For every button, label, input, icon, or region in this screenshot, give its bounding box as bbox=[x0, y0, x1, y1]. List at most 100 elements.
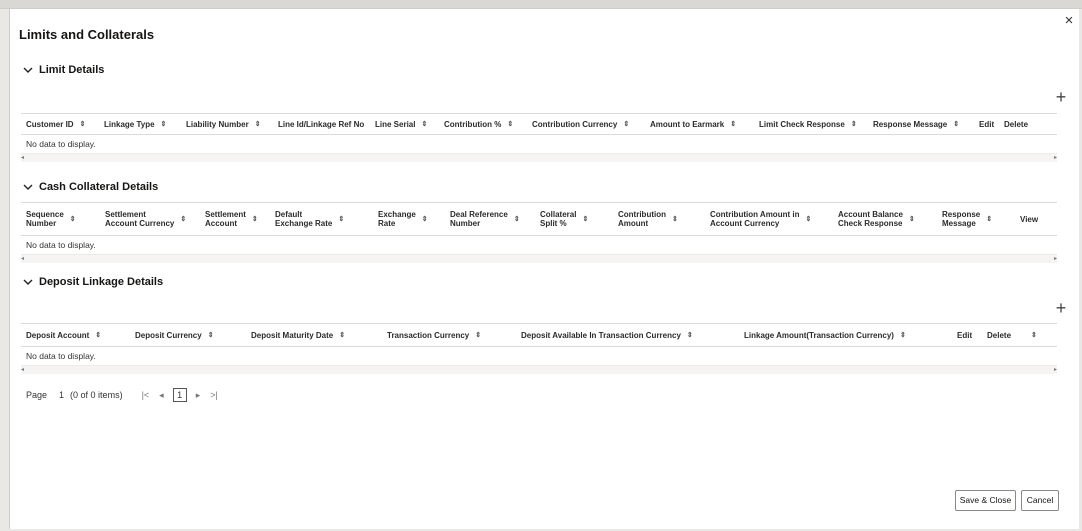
add-deposit-button[interactable]: + bbox=[1051, 299, 1071, 319]
sort-icon[interactable]: ⇕ bbox=[507, 120, 513, 129]
column-header[interactable]: Deal Reference Number ⇕ bbox=[445, 210, 535, 228]
column-header[interactable]: Edit bbox=[952, 331, 982, 340]
column-header-label: Line Serial bbox=[375, 119, 416, 129]
column-header-label: Line Id/Linkage Ref No bbox=[278, 119, 365, 129]
column-header[interactable]: Line Serial ⇕ bbox=[370, 120, 439, 129]
horizontal-scrollbar[interactable]: ◂ ▸ bbox=[21, 154, 1057, 162]
sort-icon[interactable]: ⇕ bbox=[180, 215, 186, 224]
column-header[interactable]: Transaction Currency ⇕ bbox=[382, 331, 516, 340]
column-header[interactable]: Contribution % ⇕ bbox=[439, 120, 527, 129]
column-header[interactable]: Linkage Amount(Transaction Currency) ⇕ bbox=[739, 331, 952, 340]
column-header[interactable]: Delete bbox=[982, 331, 1020, 340]
horizontal-scrollbar[interactable]: ◂ ▸ bbox=[21, 255, 1057, 263]
scroll-left-icon[interactable]: ◂ bbox=[21, 154, 24, 162]
sort-icon[interactable]: ⇕ bbox=[208, 331, 214, 340]
sort-icon[interactable]: ⇕ bbox=[475, 331, 481, 340]
column-header[interactable]: Deposit Available In Transaction Currenc… bbox=[516, 331, 739, 340]
sort-icon[interactable]: ⇕ bbox=[909, 215, 915, 224]
column-header-label: Sequence Number bbox=[26, 210, 64, 228]
sort-icon[interactable]: ⇕ bbox=[851, 120, 857, 129]
section-toggle-limit-details[interactable]: Limit Details bbox=[22, 64, 104, 76]
column-header-label: Response Message bbox=[873, 119, 948, 129]
sort-icon[interactable]: ⇕ bbox=[805, 215, 811, 224]
column-header[interactable]: Settlement Account ⇕ bbox=[200, 210, 270, 228]
section-toggle-cash-collateral[interactable]: Cash Collateral Details bbox=[22, 181, 158, 193]
column-header[interactable]: View bbox=[1015, 215, 1057, 224]
column-header-label: Deal Reference Number bbox=[450, 210, 508, 228]
sort-icon[interactable]: ⇕ bbox=[252, 215, 258, 224]
next-page-icon[interactable]: ▸ bbox=[196, 390, 201, 401]
column-header[interactable]: Contribution Amount ⇕ bbox=[613, 210, 705, 228]
section-title-cash-collateral: Cash Collateral Details bbox=[39, 181, 159, 193]
scroll-left-icon[interactable]: ◂ bbox=[21, 366, 24, 374]
sort-icon[interactable]: ⇕ bbox=[687, 331, 693, 340]
column-header[interactable]: Customer ID ⇕ bbox=[21, 120, 99, 129]
cash-collateral-table: Sequence Number ⇕ Settlement Account Curre… bbox=[21, 202, 1057, 263]
sort-icon[interactable]: ⇕ bbox=[582, 215, 588, 224]
column-header-label: Contribution Amount bbox=[618, 210, 666, 228]
column-header-label: Amount to Earmark bbox=[650, 119, 725, 129]
column-header[interactable]: Amount to Earmark ⇕ bbox=[645, 120, 754, 129]
scroll-right-icon[interactable]: ▸ bbox=[1054, 366, 1057, 374]
column-header[interactable]: Deposit Maturity Date ⇕ bbox=[246, 331, 382, 340]
column-header[interactable]: Edit bbox=[974, 120, 999, 129]
column-header[interactable]: Settlement Account Currency ⇕ bbox=[100, 210, 200, 228]
column-header[interactable]: Response Message ⇕ bbox=[937, 210, 1015, 228]
sort-icon[interactable]: ⇕ bbox=[422, 215, 428, 224]
column-header[interactable]: Response Message ⇕ bbox=[868, 120, 974, 129]
scroll-right-icon[interactable]: ▸ bbox=[1054, 255, 1057, 263]
first-page-icon[interactable]: |< bbox=[142, 390, 150, 400]
sort-icon[interactable]: ⇕ bbox=[161, 120, 167, 129]
sort-icon[interactable]: ⇕ bbox=[70, 215, 76, 224]
sort-icon[interactable]: ⇕ bbox=[623, 120, 629, 129]
sort-icon[interactable]: ⇕ bbox=[95, 331, 101, 340]
column-header-label: Response Message bbox=[942, 210, 981, 228]
column-header[interactable]: Sequence Number ⇕ bbox=[21, 210, 100, 228]
column-header-label: Deposit Account bbox=[26, 330, 90, 340]
sort-icon[interactable]: ⇕ bbox=[514, 215, 520, 224]
empty-message: No data to display. bbox=[21, 135, 1057, 154]
column-header-label: Liability Number bbox=[186, 119, 249, 129]
column-header[interactable]: Limit Check Response ⇕ bbox=[754, 120, 868, 129]
column-header-label: Default Exchange Rate bbox=[275, 210, 333, 228]
sort-icon[interactable]: ⇕ bbox=[672, 215, 678, 224]
current-page-button[interactable]: 1 bbox=[172, 388, 187, 402]
column-header[interactable]: Deposit Account ⇕ bbox=[21, 331, 130, 340]
column-header[interactable]: Default Exchange Rate ⇕ bbox=[270, 210, 373, 228]
cancel-button[interactable]: Cancel bbox=[1021, 490, 1059, 511]
column-header[interactable]: Collateral Split % ⇕ bbox=[535, 210, 613, 228]
column-header[interactable]: Liability Number ⇕ bbox=[181, 120, 273, 129]
column-header[interactable]: Contribution Currency ⇕ bbox=[527, 120, 645, 129]
column-header[interactable]: Line Id/Linkage Ref No bbox=[273, 120, 370, 129]
column-header-label: Transaction Currency bbox=[387, 330, 470, 340]
add-limit-button[interactable]: + bbox=[1051, 88, 1071, 108]
sort-icon[interactable]: ⇕ bbox=[900, 331, 906, 340]
sort-icon[interactable]: ⇕ bbox=[338, 215, 344, 224]
close-icon[interactable]: × bbox=[1062, 13, 1076, 28]
sort-icon[interactable]: ⇕ bbox=[80, 120, 86, 129]
column-header-label: Exchange Rate bbox=[378, 210, 416, 228]
horizontal-scrollbar[interactable]: ◂ ▸ bbox=[21, 366, 1057, 374]
column-header[interactable]: Exchange Rate ⇕ bbox=[373, 210, 445, 228]
section-toggle-deposit-linkage[interactable]: Deposit Linkage Details bbox=[22, 276, 163, 288]
column-header[interactable]: Contribution Amount in Account Currency ⇕ bbox=[705, 210, 833, 228]
sort-icon[interactable]: ⇕ bbox=[255, 120, 261, 129]
column-header[interactable]: Account Balance Check Response ⇕ bbox=[833, 210, 937, 228]
scroll-left-icon[interactable]: ◂ bbox=[21, 255, 24, 263]
page-label: Page bbox=[26, 390, 48, 400]
column-header[interactable]: ⇕ bbox=[1020, 331, 1057, 340]
sort-icon[interactable]: ⇕ bbox=[730, 120, 736, 129]
sort-icon[interactable]: ⇕ bbox=[953, 120, 959, 129]
sort-icon[interactable]: ⇕ bbox=[339, 331, 345, 340]
last-page-icon[interactable]: >| bbox=[210, 390, 218, 400]
column-header[interactable]: Linkage Type ⇕ bbox=[99, 120, 181, 129]
column-header[interactable]: Deposit Currency ⇕ bbox=[130, 331, 246, 340]
sort-icon[interactable]: ⇕ bbox=[1031, 331, 1037, 340]
prev-page-icon[interactable]: ◂ bbox=[159, 390, 164, 401]
table-header: Deposit Account ⇕ Deposit Currency ⇕ Deposit… bbox=[21, 323, 1057, 347]
sort-icon[interactable]: ⇕ bbox=[421, 120, 427, 129]
sort-icon[interactable]: ⇕ bbox=[986, 215, 992, 224]
save-close-button[interactable]: Save & Close bbox=[955, 490, 1016, 511]
scroll-right-icon[interactable]: ▸ bbox=[1054, 154, 1057, 162]
column-header[interactable]: Delete bbox=[999, 120, 1057, 129]
